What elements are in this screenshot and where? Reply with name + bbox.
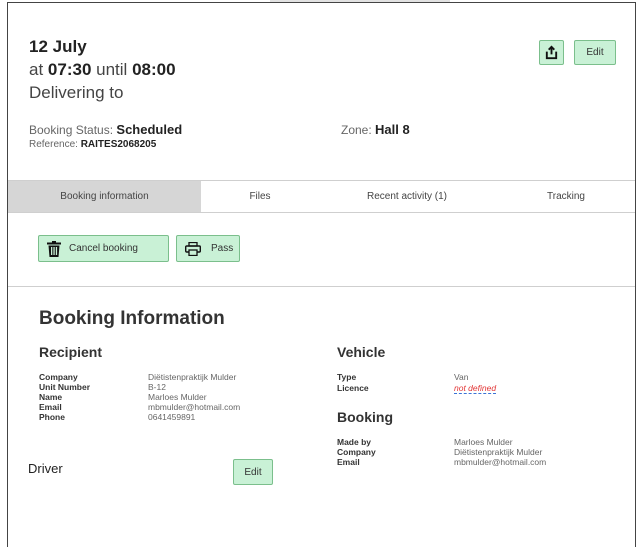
zone-value: Hall 8 [375, 122, 410, 137]
vehicle-title: Vehicle [337, 344, 386, 360]
booking-email-key: Email [337, 457, 360, 467]
booking-date: 12 July [29, 37, 87, 56]
vehicle-details: Type Van Licence not defined [337, 372, 617, 402]
booking-status-label: Booking Status: [29, 123, 114, 137]
recipient-company-value: Diëtistenpraktijk Mulder [148, 372, 237, 382]
pass-label: Pass [211, 243, 234, 254]
zone-label: Zone: [341, 123, 372, 137]
booking-reference: Reference: RAITES2068205 [29, 139, 156, 150]
recipient-details: Company Diëtistenpraktijk Mulder Unit Nu… [39, 372, 319, 432]
recipient-title: Recipient [39, 344, 103, 360]
booking-company-value: Diëtistenpraktijk Mulder [454, 447, 543, 457]
recipient-company-key: Company [39, 372, 78, 382]
printer-icon [185, 241, 201, 256]
vehicle-type-key: Type [337, 372, 357, 382]
share-button[interactable] [539, 40, 564, 65]
pass-button[interactable]: Pass [176, 235, 240, 262]
tab-recent-activity[interactable]: Recent activity (1) [319, 181, 495, 212]
time-prefix: at [29, 60, 44, 79]
cancel-booking-button[interactable]: Cancel booking [38, 235, 169, 262]
booking-company-key: Company [337, 447, 376, 457]
recipient-phone-value: 0641459891 [148, 412, 196, 422]
booking-time-range: at 07:30 until 08:00 [29, 60, 176, 80]
booking-made-by-value: Marloes Mulder [454, 437, 513, 447]
vehicle-type-value: Van [454, 372, 469, 382]
recipient-name-key: Name [39, 392, 63, 402]
start-time: 07:30 [47, 60, 92, 79]
time-until: until [96, 60, 128, 79]
recipient-unit-key: Unit Number [39, 382, 90, 392]
recipient-name-value: Marloes Mulder [148, 392, 207, 402]
cancel-booking-label: Cancel booking [69, 243, 138, 254]
recipient-phone-key: Phone [39, 412, 65, 422]
zone: Zone: Hall 8 [341, 122, 410, 137]
recipient-email-key: Email [39, 402, 62, 412]
vehicle-licence-value: not defined [454, 383, 497, 394]
booking-status-value: Scheduled [116, 122, 183, 137]
tab-files[interactable]: Files [201, 181, 319, 212]
delivering-to-label: Delivering to [29, 83, 124, 102]
booking-details-panel: 12 July at 07:30 until 08:00 Delivering … [7, 2, 636, 547]
booking-made-by-key: Made by [337, 437, 372, 447]
share-upload-icon [545, 45, 558, 60]
actions-divider [8, 286, 635, 287]
recipient-unit-value: B-12 [148, 382, 166, 392]
vehicle-licence-key: Licence [337, 383, 369, 393]
tab-booking-information[interactable]: Booking information [8, 181, 201, 212]
reference-value: RAITES2068205 [80, 139, 157, 150]
trash-icon [47, 240, 61, 257]
recipient-email-value: mbmulder@hotmail.com [148, 402, 241, 412]
tab-tracking[interactable]: Tracking [495, 181, 635, 212]
booking-status: Booking Status: Scheduled [29, 122, 182, 137]
edit-booking-button[interactable]: Edit [574, 40, 616, 65]
end-time: 08:00 [132, 60, 176, 79]
booking-title: Booking [337, 409, 393, 425]
booking-information-title: Booking Information [39, 308, 225, 329]
driver-label: Driver [28, 461, 63, 476]
booking-email-value: mbmulder@hotmail.com [454, 457, 547, 467]
edit-driver-button[interactable]: Edit [233, 459, 273, 485]
tab-bar: Booking information Files Recent activit… [8, 181, 635, 213]
booking-details: Made by Marloes Mulder Company Diëtisten… [337, 437, 617, 469]
reference-label: Reference: [29, 139, 78, 150]
